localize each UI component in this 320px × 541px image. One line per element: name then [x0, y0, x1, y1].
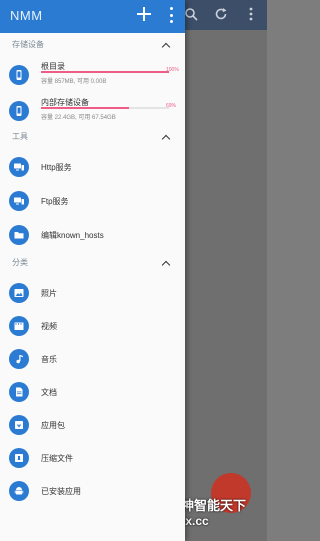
storage-usage-percent: 100% — [166, 67, 179, 73]
package-icon — [9, 415, 29, 435]
document-icon — [9, 382, 29, 402]
http-server-icon — [9, 157, 29, 177]
storage-detail: 容量 857MB, 可用 0.00B — [41, 79, 107, 85]
navigation-drawer: NMM 存储设备 根目录 100% 容量 857MB, 可用 0.00B 内部存… — [0, 0, 185, 541]
storage-usage-bar — [41, 71, 169, 73]
tool-label: Http服务 — [41, 163, 72, 172]
search-icon[interactable] — [183, 6, 199, 22]
category-label: 文档 — [41, 388, 57, 397]
chevron-up-icon[interactable] — [162, 41, 170, 49]
storage-item-root[interactable]: 根目录 100% 容量 857MB, 可用 0.00B — [0, 58, 185, 92]
category-item-videos[interactable]: 视频 — [0, 309, 185, 343]
tool-label: Ftp服务 — [41, 197, 69, 206]
movie-icon — [9, 316, 29, 336]
storage-usage-bar — [41, 107, 169, 109]
app-title: NMM — [10, 8, 43, 23]
section-label: 存储设备 — [12, 40, 44, 49]
category-label: 音乐 — [41, 355, 57, 364]
storage-usage-percent: 69% — [166, 103, 177, 109]
ftp-server-icon — [9, 191, 29, 211]
android-icon — [9, 481, 29, 501]
folder-icon — [9, 225, 29, 245]
category-label: 视频 — [41, 322, 57, 331]
phone-icon — [9, 65, 29, 85]
phone-icon — [9, 101, 29, 121]
category-item-music[interactable]: 音乐 — [0, 342, 185, 376]
category-label: 照片 — [41, 289, 57, 298]
tool-item-known-hosts[interactable]: 编辑known_hosts — [0, 218, 185, 252]
chevron-up-icon[interactable] — [162, 133, 170, 141]
category-item-installed-apps[interactable]: 已安装应用 — [0, 474, 185, 508]
more-vert-icon[interactable] — [243, 6, 259, 22]
category-item-archives[interactable]: 压缩文件 — [0, 441, 185, 475]
tool-item-http[interactable]: Http服务 — [0, 150, 185, 184]
drawer-header: NMM — [0, 0, 185, 33]
category-item-documents[interactable]: 文档 — [0, 375, 185, 409]
category-label: 已安装应用 — [41, 487, 81, 496]
chevron-up-icon[interactable] — [162, 259, 170, 267]
storage-detail: 容量 22.4GB, 可用 67.54GB — [41, 115, 116, 121]
tool-item-ftp[interactable]: Ftp服务 — [0, 184, 185, 218]
section-label: 工具 — [12, 132, 28, 141]
archive-icon — [9, 448, 29, 468]
music-note-icon — [9, 349, 29, 369]
section-header-tools[interactable]: 工具 — [0, 130, 185, 144]
category-label: 应用包 — [41, 421, 65, 430]
refresh-icon[interactable] — [213, 6, 229, 22]
plus-icon[interactable] — [136, 6, 152, 22]
section-header-categories[interactable]: 分类 — [0, 256, 185, 270]
storage-item-internal[interactable]: 内部存储设备 69% 容量 22.4GB, 可用 67.54GB — [0, 94, 185, 128]
section-header-storage[interactable]: 存储设备 — [0, 38, 185, 52]
category-label: 压缩文件 — [41, 454, 73, 463]
section-label: 分类 — [12, 258, 28, 267]
category-item-packages[interactable]: 应用包 — [0, 408, 185, 442]
image-icon — [9, 283, 29, 303]
more-vert-icon[interactable] — [168, 7, 174, 23]
tool-label: 编辑known_hosts — [41, 231, 104, 240]
category-item-photos[interactable]: 照片 — [0, 276, 185, 310]
